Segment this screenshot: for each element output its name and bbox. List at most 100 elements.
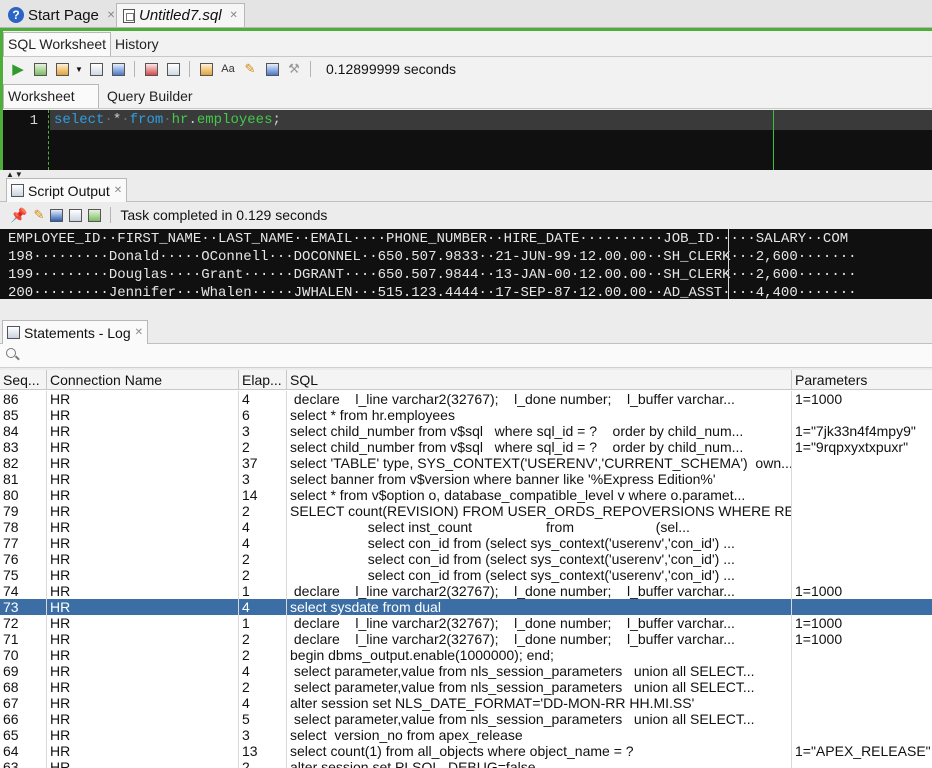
table-row[interactable]: 73 HR 4 select sysdate from dual bbox=[0, 599, 932, 615]
table-row[interactable]: 67 HR 4 alter session set NLS_DATE_FORMAT='… bbox=[0, 695, 932, 711]
output-tab-bar: Script Output ✕ bbox=[0, 176, 932, 202]
pin-icon[interactable]: 📌 bbox=[10, 207, 27, 224]
sql-cell: select parameter,value from nls_session_… bbox=[287, 663, 792, 679]
connection-cell: HR bbox=[47, 743, 239, 759]
editor-tab-bar: Worksheet Query Builder bbox=[3, 83, 932, 109]
column-header-connection[interactable]: Connection Name bbox=[47, 370, 239, 390]
clear-icon[interactable]: ✎ bbox=[33, 207, 44, 223]
statements-log-table: Seq... Connection Name Elap... SQL Param… bbox=[0, 370, 932, 768]
column-header-sql[interactable]: SQL bbox=[287, 370, 792, 390]
table-row[interactable]: 81 HR 3 select banner from v$version where … bbox=[0, 471, 932, 487]
parameters-cell bbox=[792, 695, 932, 711]
tab-start-page[interactable]: ? Start Page ✕ bbox=[2, 3, 121, 27]
connection-cell: HR bbox=[47, 423, 239, 439]
table-row[interactable]: 64 HR 13 select count(1) from all_objects w… bbox=[0, 743, 932, 759]
tab-worksheet[interactable]: Worksheet bbox=[3, 84, 99, 108]
sql-editor[interactable]: 1 select·*·from·hr.employees; bbox=[3, 110, 932, 170]
table-row[interactable]: 79 HR 2 SELECT count(REVISION) FROM USER_OR… bbox=[0, 503, 932, 519]
table-row[interactable]: 74 HR 1 declare l_line varchar2(32767); l_… bbox=[0, 583, 932, 599]
schema-name: hr bbox=[171, 112, 189, 128]
rollback-icon[interactable] bbox=[142, 60, 160, 78]
table-row[interactable]: 77 HR 4 select con_id from (select sys_con… bbox=[0, 535, 932, 551]
script-output-text[interactable]: EMPLOYEE_ID··FIRST_NAME··LAST_NAME··EMAI… bbox=[0, 229, 932, 299]
table-row[interactable]: 68 HR 2 select parameter,value from nls_se… bbox=[0, 679, 932, 695]
eraser-icon[interactable]: ✎ bbox=[241, 60, 259, 78]
table-row[interactable]: 86 HR 4 declare l_line varchar2(32767); l_… bbox=[0, 391, 932, 407]
seq-cell: 64 bbox=[0, 743, 47, 759]
keyword-from: from bbox=[129, 112, 164, 128]
to-upper-lower-icon[interactable]: Aa bbox=[219, 60, 237, 78]
tab-sql-worksheet[interactable]: SQL Worksheet bbox=[3, 32, 112, 56]
save-icon[interactable] bbox=[50, 208, 64, 222]
connection-cell: HR bbox=[47, 567, 239, 583]
connection-cell: HR bbox=[47, 439, 239, 455]
seq-cell: 84 bbox=[0, 423, 47, 439]
tab-statements-log-label: Statements - Log bbox=[24, 324, 131, 341]
table-row[interactable]: 85 HR 6 select * from hr.employees bbox=[0, 407, 932, 423]
close-icon[interactable]: ✕ bbox=[114, 185, 122, 196]
tab-start-page-label: Start Page bbox=[28, 6, 99, 24]
close-icon[interactable]: ✕ bbox=[135, 327, 143, 338]
table-row[interactable]: 76 HR 2 select con_id from (select sys_con… bbox=[0, 551, 932, 567]
table-row[interactable]: 71 HR 2 declare l_line varchar2(32767); l_… bbox=[0, 631, 932, 647]
close-icon[interactable]: ✕ bbox=[107, 10, 115, 21]
parameters-cell: 1=1000 bbox=[795, 615, 843, 631]
connection-cell: HR bbox=[47, 535, 239, 551]
sql-cell: declare l_line varchar2(32767); l_done n… bbox=[287, 631, 792, 647]
commit-icon[interactable] bbox=[53, 60, 71, 78]
elapsed-cell: 3 bbox=[239, 423, 287, 439]
sql-cell: select count(1) from all_objects where o… bbox=[287, 743, 792, 759]
sql-cell: select * from v$option o, database_compa… bbox=[287, 487, 792, 503]
table-row[interactable]: 66 HR 5 select parameter,value from nls_se… bbox=[0, 711, 932, 727]
right-margin-line bbox=[773, 110, 774, 170]
table-row[interactable]: 70 HR 2 begin dbms_output.enable(1000000); … bbox=[0, 647, 932, 663]
elapsed-cell: 2 bbox=[239, 631, 287, 647]
table-row[interactable]: 78 HR 4 select inst_count from (sel... bbox=[0, 519, 932, 535]
column-header-elapsed[interactable]: Elap... bbox=[239, 370, 287, 390]
search-icon bbox=[6, 348, 16, 358]
tab-script-output[interactable]: Script Output ✕ bbox=[6, 178, 128, 202]
explain-plan-icon[interactable] bbox=[109, 60, 127, 78]
table-row[interactable]: 69 HR 4 select parameter,value from nls_se… bbox=[0, 663, 932, 679]
sql-cell: select * from hr.employees bbox=[287, 407, 792, 423]
column-header-seq[interactable]: Seq... bbox=[0, 370, 47, 390]
table-row[interactable]: 82 HR 37 select 'TABLE' type, SYS_CONTEXT('… bbox=[0, 455, 932, 471]
dropdown-arrow-icon[interactable]: ▼ bbox=[75, 60, 83, 78]
table-row[interactable]: 75 HR 2 select con_id from (select sys_con… bbox=[0, 567, 932, 583]
print-icon[interactable] bbox=[69, 208, 83, 222]
run-script-icon[interactable] bbox=[31, 60, 49, 78]
tab-history[interactable]: History bbox=[111, 33, 163, 56]
tab-query-builder[interactable]: Query Builder bbox=[103, 85, 197, 108]
column-header-parameters[interactable]: Parameters bbox=[792, 370, 932, 390]
connection-cell: HR bbox=[47, 455, 239, 471]
toolbar-separator bbox=[134, 61, 135, 77]
log-filter-input[interactable] bbox=[0, 344, 932, 368]
close-icon[interactable]: ✕ bbox=[230, 10, 238, 21]
sql-history-icon[interactable] bbox=[263, 60, 281, 78]
task-status: Task completed in 0.129 seconds bbox=[120, 207, 328, 223]
sql-tuning-icon[interactable] bbox=[164, 60, 182, 78]
current-line[interactable]: select·*·from·hr.employees; bbox=[50, 110, 932, 130]
tab-statements-log[interactable]: Statements - Log ✕ bbox=[2, 320, 149, 344]
seq-cell: 83 bbox=[0, 439, 47, 455]
monitor-sql-icon[interactable] bbox=[197, 60, 215, 78]
parameters-cell bbox=[792, 599, 932, 615]
table-row[interactable]: 83 HR 2 select child_number from v$sql wher… bbox=[0, 439, 932, 455]
autotrace-icon[interactable] bbox=[87, 60, 105, 78]
table-row[interactable]: 84 HR 3 select child_number from v$sql wher… bbox=[0, 423, 932, 439]
format-icon[interactable]: ⚒ bbox=[285, 60, 303, 78]
parameters-cell: 1=1000 bbox=[795, 583, 843, 599]
run-statement-icon[interactable]: ▶ bbox=[9, 60, 27, 78]
elapsed-cell: 4 bbox=[239, 535, 287, 551]
tab-untitled7-sql[interactable]: Untitled7.sql ✕ bbox=[116, 3, 245, 27]
table-row[interactable]: 65 HR 3 select version_no from apex_release bbox=[0, 727, 932, 743]
table-row[interactable]: 80 HR 14 select * from v$option o, database… bbox=[0, 487, 932, 503]
table-row[interactable]: 63 HR 2 alter session set PLSQL_DEBUG=false bbox=[0, 759, 932, 768]
elapsed-cell: 14 bbox=[239, 487, 287, 503]
elapsed-cell: 2 bbox=[239, 679, 287, 695]
output-toolbar: 📌 ✎ Task completed in 0.129 seconds bbox=[0, 202, 932, 228]
buffer-icon[interactable] bbox=[88, 208, 102, 222]
elapsed-cell: 4 bbox=[239, 519, 287, 535]
table-row[interactable]: 72 HR 1 declare l_line varchar2(32767); l_… bbox=[0, 615, 932, 631]
sql-cell: select inst_count from (sel... bbox=[287, 519, 792, 535]
